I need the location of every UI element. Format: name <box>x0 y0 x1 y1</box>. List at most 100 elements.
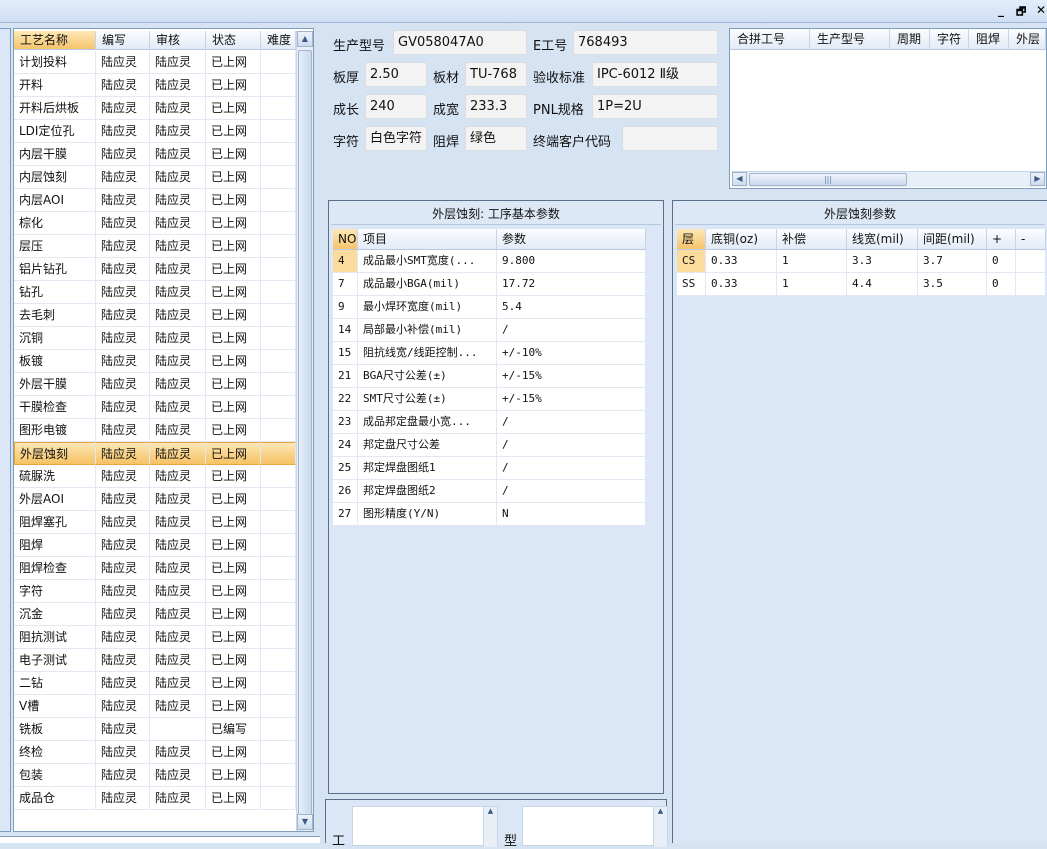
standard-field[interactable]: IPC-6012 Ⅱ级 <box>592 62 718 87</box>
process-row[interactable]: 终检 陆应灵 陆应灵 已上网 <box>14 741 296 764</box>
character-field[interactable]: 白色字符 <box>365 126 427 151</box>
process-row[interactable]: 板镀 陆应灵 陆应灵 已上网 <box>14 350 296 373</box>
material-field[interactable]: TU-768 <box>465 62 527 87</box>
process-row[interactable]: 干膜检查 陆应灵 陆应灵 已上网 <box>14 396 296 419</box>
column-header-difficulty[interactable]: 难度 <box>261 31 296 50</box>
merge-table-hscrollbar[interactable]: ◀ ||| ▶ <box>732 171 1046 187</box>
column-header-merge-job[interactable]: 合拼工号 <box>730 29 810 50</box>
process-row[interactable]: 计划投料 陆应灵 陆应灵 已上网 <box>14 51 296 74</box>
process-name-cell: 层压 <box>14 235 96 258</box>
process-row[interactable]: 外层干膜 陆应灵 陆应灵 已上网 <box>14 373 296 396</box>
param-row[interactable]: 27 图形精度(Y/N) N <box>333 503 646 526</box>
process-row[interactable]: 二钻 陆应灵 陆应灵 已上网 <box>14 672 296 695</box>
process-row[interactable]: V槽 陆应灵 陆应灵 已上网 <box>14 695 296 718</box>
thickness-field[interactable]: 2.50 <box>365 62 427 87</box>
process-row[interactable]: 阻焊检查 陆应灵 陆应灵 已上网 <box>14 557 296 580</box>
process-row[interactable]: 钻孔 陆应灵 陆应灵 已上网 <box>14 281 296 304</box>
layer-cell: SS <box>677 273 706 296</box>
process-list-scrollbar[interactable]: ▲ ▼ <box>296 31 313 831</box>
process-row[interactable]: 字符 陆应灵 陆应灵 已上网 <box>14 580 296 603</box>
column-header-reviewer[interactable]: 审核 <box>150 31 206 50</box>
param-row[interactable]: 26 邦定焊盘图纸2/ <box>333 480 646 503</box>
param-row[interactable]: 23 成品邦定盘最小宽... / <box>333 411 646 434</box>
column-header-no[interactable]: NO <box>333 229 358 250</box>
process-row[interactable]: 层压 陆应灵 陆应灵 已上网 <box>14 235 296 258</box>
column-header-line-width[interactable]: 线宽(mil) <box>847 229 918 250</box>
scroll-up-icon[interactable]: ▲ <box>297 31 313 47</box>
column-header-model[interactable]: 生产型号 <box>810 29 890 50</box>
column-header-soldermask[interactable]: 阻焊 <box>969 29 1009 50</box>
scroll-right-icon[interactable]: ▶ <box>1030 172 1045 186</box>
process-row[interactable]: 开料 陆应灵 陆应灵 已上网 <box>14 74 296 97</box>
remarks-memo-left[interactable]: ▲ <box>352 806 498 847</box>
column-header-item[interactable]: 项目 <box>358 229 497 250</box>
process-row[interactable]: 棕化 陆应灵 陆应灵 已上网 <box>14 212 296 235</box>
etch-row[interactable]: SS 0.33 1 4.4 3.5 0 <box>677 273 1046 296</box>
process-row[interactable]: 图形电镀 陆应灵 陆应灵 已上网 <box>14 419 296 442</box>
process-name-cell: V槽 <box>14 695 96 718</box>
author-cell: 陆应灵 <box>96 488 150 511</box>
process-row[interactable]: 阻焊 陆应灵 陆应灵 已上网 <box>14 534 296 557</box>
column-header-minus[interactable]: - <box>1016 229 1046 250</box>
width-field[interactable]: 233.3 <box>465 94 527 119</box>
difficulty-cell <box>261 557 296 580</box>
param-row[interactable]: 22 SMT尺寸公差(±) +/-15% <box>333 388 646 411</box>
column-header-plus[interactable]: + <box>987 229 1016 250</box>
param-row[interactable]: 4 成品最小SMT宽度(... 9.800 <box>333 250 646 273</box>
memo-scroll-up-icon[interactable]: ▲ <box>653 807 667 847</box>
ejob-field[interactable]: 768493 <box>573 30 718 55</box>
column-header-param[interactable]: 参数 <box>497 229 646 250</box>
param-row[interactable]: 14 局部最小补偿(mil) / <box>333 319 646 342</box>
column-header-cycle[interactable]: 周期 <box>890 29 930 50</box>
process-row[interactable]: 内层AOI 陆应灵 陆应灵 已上网 <box>14 189 296 212</box>
process-row[interactable]: 阻焊塞孔 陆应灵 陆应灵 已上网 <box>14 511 296 534</box>
process-row[interactable]: 内层干膜 陆应灵 陆应灵 已上网 <box>14 143 296 166</box>
scrollbar-thumb[interactable] <box>298 50 312 820</box>
column-header-layer[interactable]: 层 <box>677 229 706 250</box>
process-row[interactable]: 硫脲洗 陆应灵 陆应灵 已上网 <box>14 465 296 488</box>
scroll-down-icon[interactable]: ▼ <box>297 814 313 830</box>
process-row[interactable]: 包装 陆应灵 陆应灵 已上网 <box>14 764 296 787</box>
length-field[interactable]: 240 <box>365 94 427 119</box>
process-row[interactable]: 铝片钻孔 陆应灵 陆应灵 已上网 <box>14 258 296 281</box>
remarks-memo-right[interactable]: ▲ <box>522 806 668 847</box>
process-row[interactable]: 电子测试 陆应灵 陆应灵 已上网 <box>14 649 296 672</box>
close-icon[interactable]: ✕ <box>1036 3 1046 17</box>
scroll-left-icon[interactable]: ◀ <box>732 172 747 186</box>
column-header-outer-layer[interactable]: 外层 <box>1009 29 1046 50</box>
column-header-process-name[interactable]: 工艺名称 <box>14 31 96 50</box>
process-row[interactable]: 铣板 陆应灵 已编写 <box>14 718 296 741</box>
restore-icon[interactable]: 🗗 <box>1016 3 1026 22</box>
status-cell: 已上网 <box>206 235 261 258</box>
column-header-character[interactable]: 字符 <box>930 29 969 50</box>
param-row[interactable]: 7 成品最小BGA(mil) 17.72 <box>333 273 646 296</box>
model-field[interactable]: GV058047A0 <box>393 30 527 55</box>
memo-scroll-up-icon[interactable]: ▲ <box>483 807 497 847</box>
column-header-compensation[interactable]: 补偿 <box>777 229 847 250</box>
etch-row[interactable]: CS 0.33 1 3.3 3.7 0 <box>677 250 1046 273</box>
process-row[interactable]: LDI定位孔 陆应灵 陆应灵 已上网 <box>14 120 296 143</box>
param-row[interactable]: 25 邦定焊盘图纸1/ <box>333 457 646 480</box>
hscroll-thumb[interactable]: ||| <box>749 173 907 186</box>
column-header-status[interactable]: 状态 <box>206 31 261 50</box>
process-row[interactable]: 去毛刺 陆应灵 陆应灵 已上网 <box>14 304 296 327</box>
param-row[interactable]: 15 阻抗线宽/线距控制... +/-10% <box>333 342 646 365</box>
pnl-field[interactable]: 1P=2U <box>592 94 718 119</box>
process-row[interactable]: 阻抗测试 陆应灵 陆应灵 已上网 <box>14 626 296 649</box>
soldermask-field[interactable]: 绿色 <box>465 126 527 151</box>
customer-code-field[interactable] <box>622 126 718 151</box>
param-row[interactable]: 21 BGA尺寸公差(±) +/-15% <box>333 365 646 388</box>
process-row[interactable]: 开料后烘板 陆应灵 陆应灵 已上网 <box>14 97 296 120</box>
process-row[interactable]: 成品仓 陆应灵 陆应灵 已上网 <box>14 787 296 810</box>
column-header-author[interactable]: 编写 <box>96 31 150 50</box>
column-header-spacing[interactable]: 间距(mil) <box>918 229 987 250</box>
process-row-selected[interactable]: 外层蚀刻 陆应灵 陆应灵 已上网 <box>14 442 296 465</box>
param-row[interactable]: 24 邦定盘尺寸公差 / <box>333 434 646 457</box>
param-row[interactable]: 9 最小焊环宽度(mil) 5.4 <box>333 296 646 319</box>
process-row[interactable]: 沉铜 陆应灵 陆应灵 已上网 <box>14 327 296 350</box>
process-row[interactable]: 外层AOI 陆应灵 陆应灵 已上网 <box>14 488 296 511</box>
process-row[interactable]: 内层蚀刻 陆应灵 陆应灵 已上网 <box>14 166 296 189</box>
minimize-icon[interactable]: _ <box>998 3 1004 17</box>
column-header-base-copper[interactable]: 底铜(oz) <box>706 229 777 250</box>
process-row[interactable]: 沉金 陆应灵 陆应灵 已上网 <box>14 603 296 626</box>
